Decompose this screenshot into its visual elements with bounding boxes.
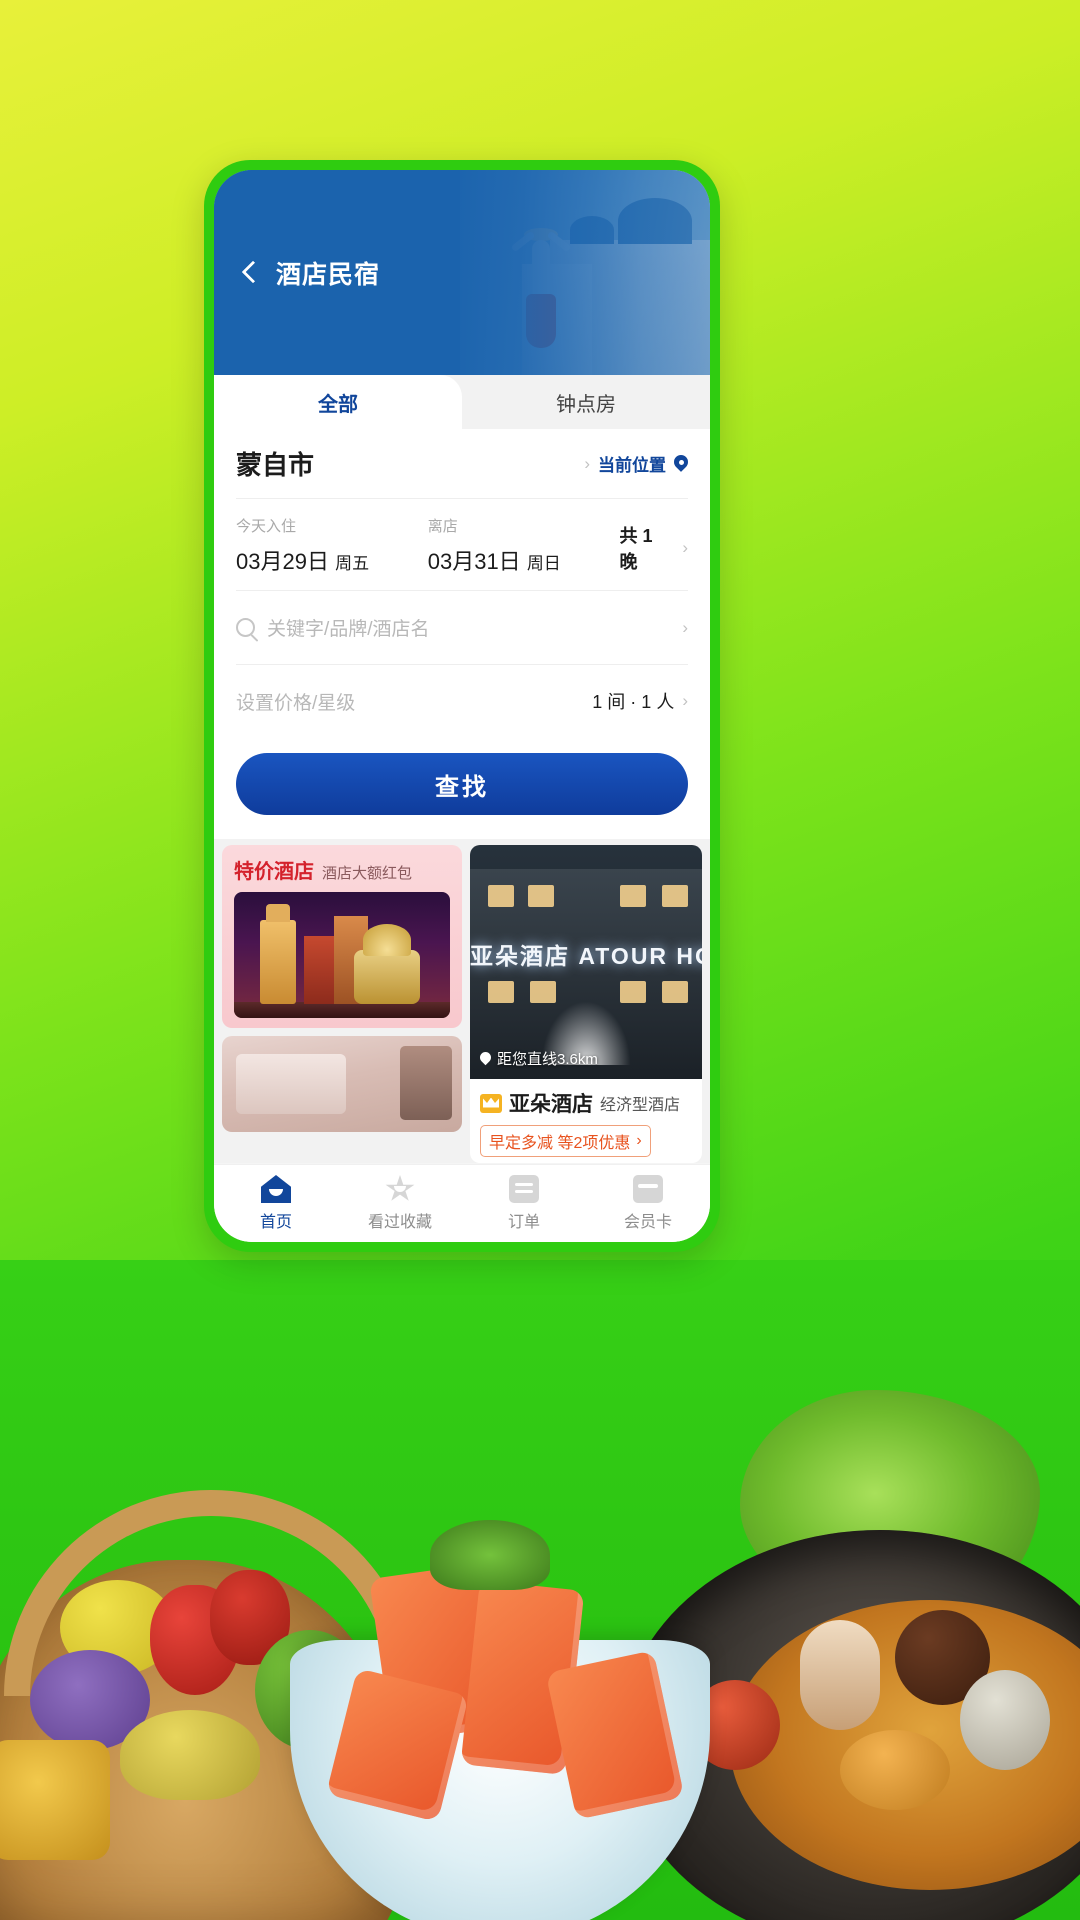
city-selector-row[interactable]: 蒙自市 › 当前位置: [236, 429, 688, 499]
chevron-right-icon: ›: [584, 453, 590, 473]
hotel-card[interactable]: 亚朵酒店 ATOUR HOTEL 距您直线3.6km 亚朵酒店 经济型酒店 早定…: [470, 845, 702, 1163]
checkout-column[interactable]: 离店 03月31日 周日: [428, 515, 620, 576]
star-icon: [385, 1175, 415, 1201]
tab-hourly-room[interactable]: 钟点房: [462, 375, 710, 429]
search-card: 蒙自市 › 当前位置 今天入住 03月29日 周五 离店 03月31日 周日 共…: [214, 429, 710, 737]
promotion-right-column: 亚朵酒店 ATOUR HOTEL 距您直线3.6km 亚朵酒店 经济型酒店 早定…: [470, 845, 702, 1163]
tabbar-item-orders[interactable]: 订单: [462, 1165, 586, 1242]
discount-card-image: [234, 892, 450, 1018]
discount-card-subtitle: 酒店大额红包: [322, 865, 413, 882]
hotel-promo-tag[interactable]: 早定多减 等2项优惠 ›: [480, 1125, 651, 1157]
tabbar-item-membership[interactable]: 会员卡: [586, 1165, 710, 1242]
keyword-row[interactable]: 关键字/品牌/酒店名 ›: [236, 591, 688, 665]
promotion-grid: 特价酒店 酒店大额红包 亚朵酒店 ATOUR H 距您直线3.6km 亚朵酒店 …: [214, 839, 710, 1163]
nights-count: 共 1 晚 ›: [619, 522, 688, 576]
food-photo-band: [0, 1260, 1080, 1920]
hotel-distance-text: 距您直线3.6km: [497, 1051, 598, 1068]
tabbar-item-membership-label: 会员卡: [623, 1214, 672, 1231]
find-button-wrapper: 查找: [214, 737, 710, 839]
image-golden-dome: [354, 924, 420, 1004]
hotel-window: [528, 885, 554, 907]
checkout-label: 离店: [427, 518, 458, 535]
hotel-window: [620, 885, 646, 907]
promotion-left-column: 特价酒店 酒店大额红包: [222, 845, 462, 1163]
hotpot-ingredient: [960, 1670, 1050, 1770]
tab-all-label: 全部: [318, 393, 358, 416]
checkout-date: 03月31日: [427, 549, 521, 574]
checkin-column[interactable]: 今天入住 03月29日 周五: [236, 515, 428, 576]
map-pin-icon: [480, 1052, 491, 1066]
chevron-right-icon: ›: [682, 691, 688, 710]
selected-city: 蒙自市: [236, 450, 315, 480]
checkin-date: 03月29日: [236, 549, 329, 574]
phone-frame: 酒店民宿 全部 钟点房 蒙自市 › 当前位置 今天入住 03月29日 周五 离店…: [204, 160, 720, 1252]
hotel-window: [488, 981, 514, 1003]
hotel-window: [662, 885, 688, 907]
hotpot-ingredient: [840, 1730, 950, 1810]
hotel-card-body: 亚朵酒店 经济型酒店 早定多减 等2项优惠 ›: [470, 1079, 702, 1163]
tab-all[interactable]: 全部: [214, 375, 462, 429]
vegetable-graphic: [0, 1740, 110, 1860]
map-pin-icon: [674, 455, 688, 473]
discount-hotel-card[interactable]: 特价酒店 酒店大额红包: [222, 845, 462, 1028]
hotel-window: [530, 981, 556, 1003]
checkin-value: 03月29日 周五: [236, 544, 428, 576]
image-ground: [234, 1002, 450, 1018]
date-range-row[interactable]: 今天入住 03月29日 周五 离店 03月31日 周日 共 1 晚 ›: [236, 499, 688, 591]
hotel-name-row: 亚朵酒店 经济型酒店: [480, 1088, 692, 1118]
crown-icon: [480, 1093, 502, 1113]
order-list-icon: [509, 1175, 539, 1203]
tabbar-item-home-label: 首页: [259, 1214, 292, 1231]
search-icon: [236, 618, 255, 637]
hotel-card-image: 亚朵酒店 ATOUR HOTEL 距您直线3.6km: [470, 845, 702, 1079]
discount-card-header: 特价酒店 酒店大额红包: [234, 855, 450, 884]
price-star-input[interactable]: 设置价格/星级: [236, 688, 355, 715]
home-icon: [261, 1175, 291, 1203]
find-button[interactable]: 查找: [236, 753, 688, 815]
city-row-right: › 当前位置: [584, 451, 688, 476]
hotel-window: [620, 981, 646, 1003]
hotel-distance: 距您直线3.6km: [480, 1048, 598, 1069]
tab-hourly-room-label: 钟点房: [556, 393, 616, 416]
hero-banner: 酒店民宿: [214, 170, 710, 375]
guest-count-group[interactable]: 1 间 · 1 人 ›: [592, 688, 688, 714]
vegetable-graphic: [120, 1710, 260, 1800]
hotel-name: 亚朵酒店: [509, 1093, 593, 1116]
membership-card-icon: [633, 1175, 663, 1203]
guest-count-value: 1 间 · 1 人: [592, 692, 675, 712]
nights-text: 共 1 晚: [619, 526, 653, 572]
keyword-left: 关键字/品牌/酒店名: [236, 614, 430, 641]
app-screen: 酒店民宿 全部 钟点房 蒙自市 › 当前位置 今天入住 03月29日 周五 离店…: [214, 170, 710, 1242]
chevron-right-icon: ›: [682, 538, 688, 557]
hotel-type: 经济型酒店: [600, 1097, 681, 1114]
chevron-right-icon: ›: [636, 1132, 642, 1149]
hotpot-ingredient: [800, 1620, 880, 1730]
room-photo-card[interactable]: [222, 1036, 462, 1132]
tabbar-item-orders-label: 订单: [507, 1214, 540, 1231]
herb-garnish: [430, 1520, 550, 1590]
keyword-input[interactable]: 关键字/品牌/酒店名: [267, 614, 430, 641]
checkout-value: 03月31日 周日: [428, 544, 620, 576]
back-button[interactable]: [236, 260, 262, 286]
hotel-sign-text: 亚朵酒店 ATOUR HOTEL: [470, 943, 702, 969]
hotel-window: [662, 981, 688, 1003]
chevron-right-icon: ›: [682, 617, 688, 637]
top-navigation-bar: 酒店民宿: [214, 170, 710, 375]
page-title: 酒店民宿: [276, 260, 381, 289]
current-location-button[interactable]: 当前位置: [598, 451, 666, 476]
category-tabs: 全部 钟点房: [214, 375, 710, 429]
image-clock-tower: [260, 904, 296, 1004]
tabbar-item-home[interactable]: 首页: [214, 1165, 338, 1242]
discount-card-title: 特价酒店: [234, 861, 314, 883]
bottom-navigation-bar: 首页 看过收藏 订单 会员卡: [214, 1164, 710, 1242]
price-star-row[interactable]: 设置价格/星级 1 间 · 1 人 ›: [236, 665, 688, 737]
checkin-weekday: 周五: [335, 554, 370, 573]
tabbar-item-favorites-label: 看过收藏: [367, 1214, 432, 1231]
tabbar-item-favorites[interactable]: 看过收藏: [338, 1165, 462, 1242]
hotel-window: [488, 885, 514, 907]
hotel-promo-tag-text: 早定多减 等2项优惠: [489, 1135, 631, 1152]
checkout-weekday: 周日: [526, 554, 561, 573]
checkin-label: 今天入住: [236, 518, 297, 535]
